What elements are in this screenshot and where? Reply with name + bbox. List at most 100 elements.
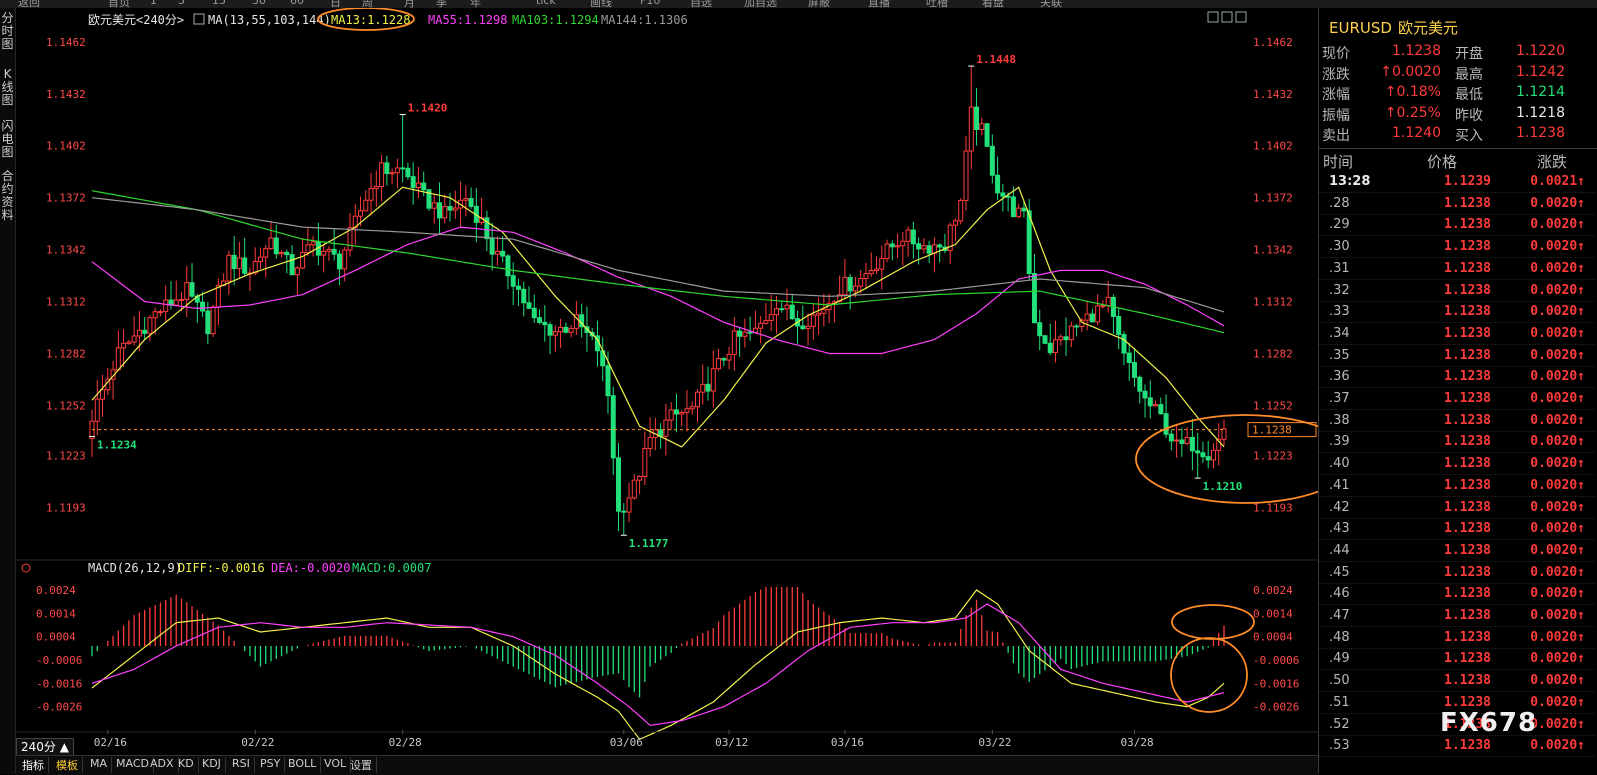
toolbar-item[interactable]: 画线 (590, 0, 612, 8)
macd-value: MACD:0.0007 (352, 561, 431, 575)
tick-time: .30 (1329, 239, 1350, 255)
tick-change: 0.0020↑ (1530, 391, 1585, 406)
tick-header-time: 时间 (1323, 153, 1354, 171)
toolbar-item[interactable]: 季 (436, 0, 447, 8)
tick-row: .48 1.1238 0.0020↑ (1319, 627, 1597, 649)
indicator-tab[interactable]: KD (174, 757, 199, 773)
top-toolbar: 返回 首页 1 5 15 30 60 日周月季年 tick 画线 F10 自选 加自选 屏蔽 直播 吐槽 看盘关… (0, 0, 1597, 8)
ma-label: MA(13,55,103,144) (208, 13, 331, 27)
extreme-marker: 1.1210 (1194, 477, 1243, 493)
price-axis-label-left: 1.1372 (46, 192, 86, 205)
macd-axis-label-left: -0.0016 (36, 677, 82, 690)
tick-price: 1.1238 (1444, 239, 1491, 255)
ma103-value: MA103:1.1294 (512, 13, 599, 27)
toolbar-item[interactable]: 看盘 (982, 0, 1004, 8)
tick-price: 1.1238 (1444, 391, 1491, 406)
toolbar-item[interactable]: 60 (290, 0, 304, 7)
quote-value: ↑0.0020 (1380, 63, 1441, 80)
extreme-label: 1.1210 (1203, 480, 1243, 493)
toolbar-item[interactable]: 年 (470, 0, 481, 8)
tick-time: .37 (1329, 391, 1350, 406)
tick-change: 0.0020↑ (1530, 564, 1585, 580)
tick-change: 0.0020↑ (1530, 325, 1585, 341)
price-axis-label-right: 1.1223 (1253, 450, 1293, 463)
toolbar-item[interactable]: 日 (330, 0, 341, 8)
last-price-badge: 1.1238 (1247, 422, 1317, 438)
tick-price: 1.1238 (1444, 673, 1491, 689)
extreme-marker: 1.1420 (399, 102, 448, 116)
toolbar-item[interactable]: tick (536, 0, 556, 7)
indicator-tab[interactable]: 模板 (52, 757, 83, 773)
indicator-tab[interactable]: PSY (256, 757, 286, 773)
toolbar-item[interactable]: F10 (640, 0, 660, 7)
tick-time: .44 (1329, 542, 1350, 558)
tick-change: 0.0020↑ (1530, 434, 1585, 450)
toolbar-item[interactable]: 30 (252, 0, 266, 7)
tick-price: 1.1238 (1444, 369, 1491, 385)
kline-chart[interactable]: 欧元美元<240分> MA(13,55,103,144) MA13:1.1228… (16, 8, 1318, 755)
quote-label: 卖出 (1322, 128, 1350, 144)
tick-price: 1.1238 (1444, 304, 1491, 320)
macd-axis-label-left: 0.0014 (36, 607, 76, 620)
extreme-marker: 1.1448 (968, 53, 1016, 67)
quote-label: 昨收 (1455, 107, 1483, 124)
tick-price: 1.1238 (1444, 477, 1491, 493)
price-axis-label-left: 1.1193 (46, 502, 86, 515)
indicator-tab[interactable]: MA (86, 757, 113, 773)
quote-panel: EURUSD 欧元美元 现价 1.1238 开盘 1.1220 涨跌 ↑0.0020 最高 1.… (1318, 8, 1597, 774)
tick-price: 1.1238 (1444, 434, 1491, 450)
price-axis-label-right: 1.1432 (1253, 88, 1293, 101)
toolbar-item[interactable]: 关联 (1040, 0, 1062, 8)
tick-price: 1.1238 (1444, 521, 1491, 537)
price-axis-label-left: 1.1282 (46, 347, 86, 360)
tick-price: 1.1238 (1444, 282, 1491, 298)
toolbar-item[interactable]: 屏蔽 (808, 0, 830, 8)
toolbar-item[interactable]: 15 (212, 0, 226, 7)
tick-time: .28 (1329, 195, 1350, 211)
tick-row: .50 1.1238 0.0020↑ (1319, 670, 1597, 693)
quote-label: 最低 (1455, 87, 1483, 103)
tab-timeshare[interactable]: 分时图 (0, 12, 15, 51)
tick-row: .37 1.1238 0.0020↑ (1319, 388, 1597, 410)
indicator-tab[interactable]: KDJ (198, 757, 226, 773)
tick-time: .46 (1329, 586, 1350, 602)
tick-row: .47 1.1238 0.0020↑ (1319, 605, 1597, 627)
tick-time: .52 (1329, 716, 1350, 732)
toolbar-item[interactable]: 吐槽 (926, 0, 948, 8)
tick-change: 0.0020↑ (1530, 608, 1585, 623)
tick-change: 0.0020↑ (1530, 347, 1585, 363)
price-header: 欧元美元<240分> MA(13,55,103,144) MA13:1.1228… (88, 13, 688, 27)
period-selector[interactable]: 240分 ▲ (16, 738, 74, 756)
toolbar-item[interactable]: 加自选 (744, 0, 777, 8)
indicator-tab[interactable]: RSI (228, 757, 255, 773)
tick-price: 1.1238 (1444, 412, 1491, 428)
toolbar-item[interactable]: 自选 (690, 0, 712, 8)
extreme-label: 1.1420 (408, 102, 448, 115)
macd-axis-label-right: 0.0014 (1253, 607, 1293, 620)
toolbar-item[interactable]: 返回 (18, 0, 40, 8)
tick-change: 0.0020↑ (1530, 195, 1585, 211)
quote-value: 1.1218 (1516, 104, 1565, 121)
tick-row: .40 1.1238 0.0020↑ (1319, 453, 1597, 476)
indicator-tab[interactable]: 设置 (346, 757, 377, 773)
tick-row: .35 1.1238 0.0020↑ (1319, 345, 1597, 367)
toolbar-item[interactable]: 1 (150, 0, 157, 7)
indicator-tab[interactable]: 指标 (18, 757, 49, 773)
tick-price: 1.1239 (1444, 174, 1491, 189)
tick-change: 0.0021↑ (1530, 174, 1585, 189)
tab-contract-info[interactable]: 合约资料 (0, 170, 15, 222)
toolbar-item[interactable]: 首页 (108, 0, 130, 8)
extreme-marker: 1.1234 (89, 436, 137, 452)
quote-label: 买入 (1455, 128, 1483, 144)
toolbar-item[interactable]: 直播 (868, 0, 890, 8)
tick-row: .30 1.1238 0.0020↑ (1319, 236, 1597, 259)
toolbar-item[interactable]: 月 (404, 0, 415, 8)
indicator-tabbar: 指标 模板 MA MACD ADX KD KDJ RSI PSY BOLL VOL 设置 (16, 755, 1318, 775)
toolbar-item[interactable]: 5 (178, 0, 185, 7)
indicator-tab[interactable]: BOLL (284, 757, 322, 773)
tick-price: 1.1238 (1444, 456, 1491, 472)
tab-kline[interactable]: K线图 (0, 68, 15, 107)
price-axis-label-right: 1.1252 (1253, 399, 1293, 412)
toolbar-item[interactable]: 周 (362, 0, 373, 8)
tab-flash-chart[interactable]: 闪电图 (0, 120, 15, 159)
